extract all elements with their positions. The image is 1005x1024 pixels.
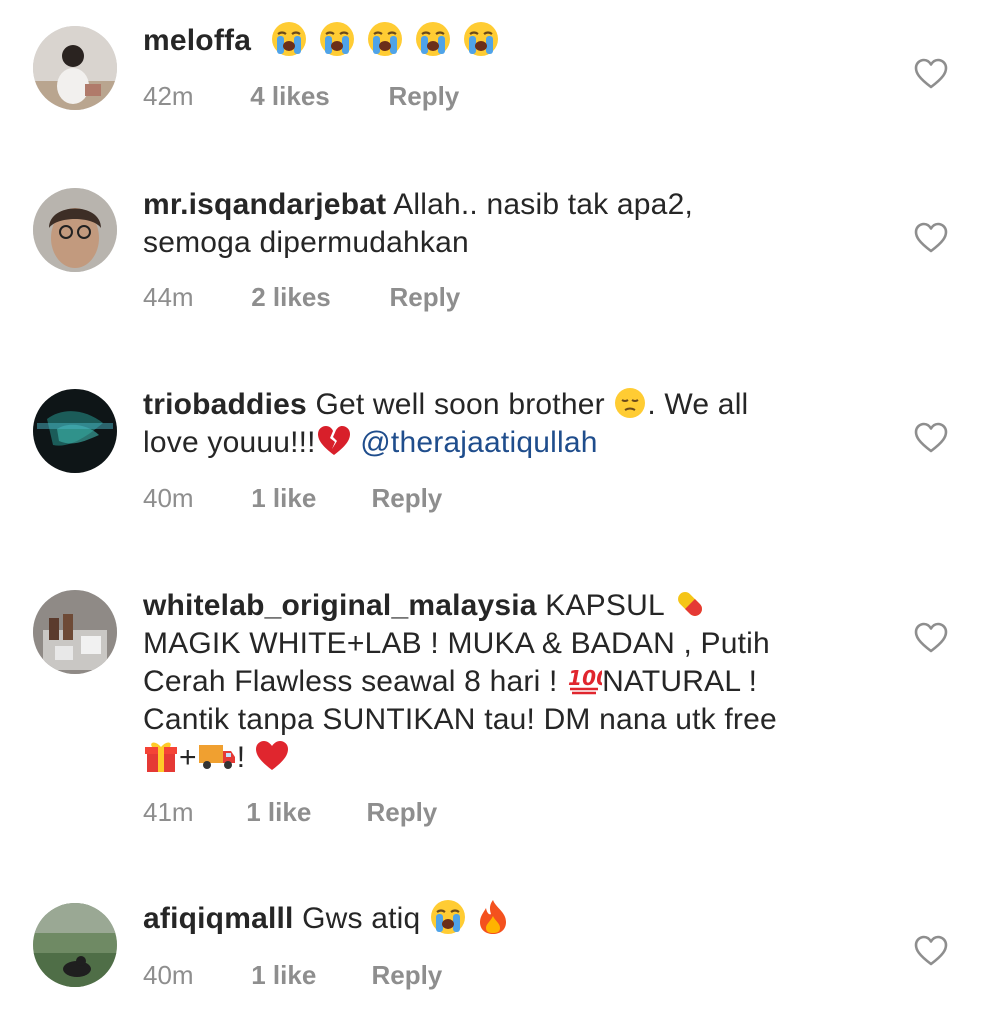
comment-text: semoga dipermudahkan [143,226,469,259]
loudly-crying-face-icon [414,20,452,58]
avatar[interactable] [33,903,117,987]
comment-meta: 40m 1 like Reply [143,960,442,991]
reply-button[interactable]: Reply [371,960,442,991]
timestamp: 40m [143,483,194,513]
comment-body: meloffa [143,22,863,60]
comment-text: Cerah Flawless seawal 8 hari ! [143,665,558,698]
comment-text: + [179,741,197,774]
reply-button[interactable]: Reply [388,81,459,112]
username[interactable]: whitelab_original_malaysia [143,589,537,622]
timestamp: 40m [143,960,194,990]
comment-body: whitelab_original_malaysia KAPSUL MAGIK … [143,587,863,777]
broken-heart-icon [316,424,352,458]
comment-text: MAGIK WHITE+LAB ! MUKA & BADAN , Putih [143,627,770,660]
likes-count[interactable]: 2 likes [251,282,382,313]
heart-outline-icon[interactable] [914,222,948,254]
timestamp: 44m [143,282,194,312]
comment-text: Gws atiq [302,902,421,935]
comment-text: love youuu!!! [143,426,316,459]
username[interactable]: afiqiqmalll [143,902,294,935]
comment-body: triobaddies Get well soon brother . We a… [143,386,863,462]
comment-meta: 44m 2 likes Reply [143,282,460,313]
pensive-face-icon [613,386,647,420]
loudly-crying-face-icon [270,20,308,58]
loudly-crying-face-icon [462,20,500,58]
comment-line: triobaddies Get well soon brother . We a… [143,386,863,424]
comment-line: whitelab_original_malaysia KAPSUL [143,587,863,625]
username[interactable]: meloffa [143,24,251,57]
mention-link[interactable]: @therajaatiqullah [360,426,597,459]
comment-text: . We all [647,388,749,421]
reply-button[interactable]: Reply [371,483,442,514]
heart-outline-icon[interactable] [914,58,948,90]
emoji-row [260,22,500,57]
comment-line: love youuu!!! @therajaatiqullah [143,424,863,462]
hundred-points-icon: 100 [566,663,602,697]
username[interactable]: mr.isqandarjebat [143,188,386,221]
heart-outline-icon[interactable] [914,622,948,654]
likes-count[interactable]: 1 like [251,960,364,991]
avatar[interactable] [33,389,117,473]
comment-line: +! [143,739,863,777]
gift-icon [143,738,179,774]
likes-count[interactable]: 1 like [246,797,359,828]
comment-text: Cantik tanpa SUNTIKAN tau! DM nana utk f… [143,703,777,736]
comment-text: ! [236,741,246,774]
fire-icon [476,898,510,936]
comment-body: afiqiqmalll Gws atiq [143,900,863,938]
heart-outline-icon[interactable] [914,422,948,454]
comment-text: KAPSUL [545,589,664,622]
timestamp: 41m [143,797,194,827]
avatar[interactable] [33,26,117,110]
avatar[interactable] [33,590,117,674]
avatar[interactable] [33,188,117,272]
comment-body: mr.isqandarjebat Allah.. nasib tak apa2,… [143,186,863,262]
reply-button[interactable]: Reply [389,282,460,313]
loudly-crying-face-icon [366,20,404,58]
red-heart-icon [254,739,290,773]
pill-icon [672,586,708,622]
svg-text:100: 100 [568,666,602,690]
loudly-crying-face-icon [429,898,467,936]
comment-line: mr.isqandarjebat Allah.. nasib tak apa2, [143,186,863,224]
comment-text: NATURAL ! [602,665,758,698]
comment-line: Cerah Flawless seawal 8 hari ! 100NATURA… [143,663,863,701]
comment-text: Allah.. nasib tak apa2, [393,188,693,221]
comment-line: afiqiqmalll Gws atiq [143,900,863,938]
heart-outline-icon[interactable] [914,935,948,967]
delivery-truck-icon [197,739,237,773]
likes-count[interactable]: 4 likes [250,81,381,112]
comment-meta: 42m 4 likes Reply [143,81,459,112]
reply-button[interactable]: Reply [366,797,437,828]
comment-meta: 41m 1 like Reply [143,797,437,828]
comment-meta: 40m 1 like Reply [143,483,442,514]
timestamp: 42m [143,81,194,111]
loudly-crying-face-icon [318,20,356,58]
username[interactable]: triobaddies [143,388,307,421]
comment-text: Get well soon brother [315,388,605,421]
likes-count[interactable]: 1 like [251,483,364,514]
